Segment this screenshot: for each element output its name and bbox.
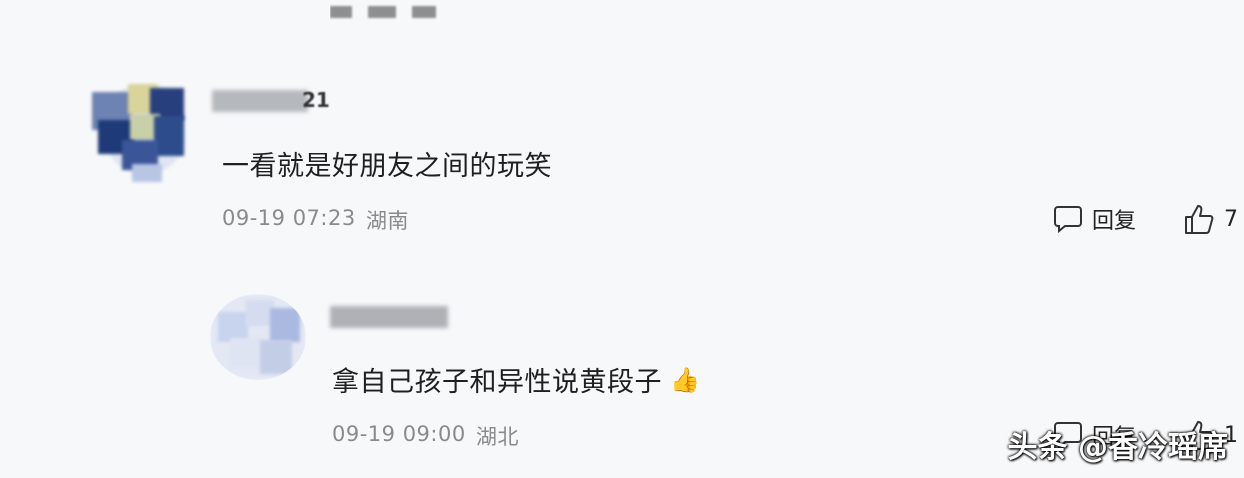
avatar[interactable] <box>210 294 306 380</box>
reply-label: 回复 <box>1092 209 1137 234</box>
like-count: 7 <box>1224 206 1238 232</box>
username[interactable] <box>212 90 308 112</box>
previous-comment-remnant <box>330 0 480 20</box>
username[interactable] <box>330 306 448 328</box>
watermark: 头条 @香冷瑶席 <box>1007 430 1228 465</box>
comment-date: 09-19 09:00 <box>332 422 466 446</box>
comment-location: 湖南 <box>366 209 409 233</box>
username-suffix: 21 <box>302 88 330 112</box>
comment-bubble-icon <box>1054 204 1082 234</box>
comment-text: 一看就是好朋友之间的玩笑 <box>222 151 552 182</box>
comment-date: 09-19 07:23 <box>222 206 356 230</box>
thumbs-up-icon <box>1184 203 1214 235</box>
comment-text-row: 拿自己孩子和异性说黄段子 👍 <box>332 360 700 399</box>
comment-location: 湖北 <box>476 425 519 449</box>
avatar[interactable] <box>88 72 188 182</box>
comment-text: 拿自己孩子和异性说黄段子 <box>332 367 662 398</box>
like-button[interactable]: 7 <box>1184 202 1238 236</box>
thumbs-up-emoji: 👍 <box>670 365 700 394</box>
reply-button[interactable]: 回复 <box>1054 202 1136 236</box>
